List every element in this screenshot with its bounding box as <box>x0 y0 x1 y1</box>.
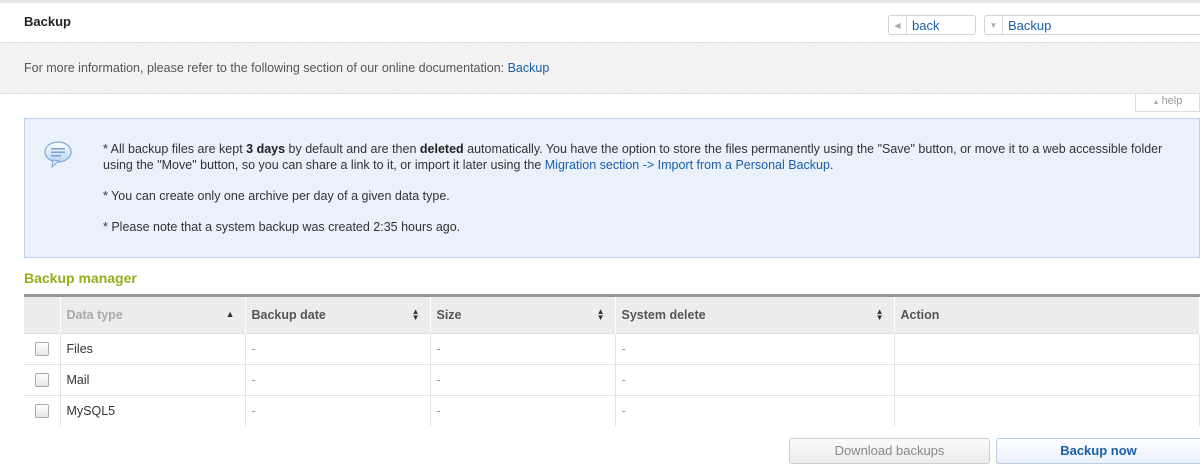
column-header-data-type[interactable]: Data type ▲ <box>60 297 246 333</box>
cell-data-type: Files <box>60 332 246 364</box>
row-checkbox-cell <box>24 363 61 395</box>
info-deleted-word: deleted <box>419 142 464 156</box>
table-row: Files - - - <box>24 332 1200 364</box>
cell-system-delete: - <box>615 363 895 395</box>
documentation-label: For more information, please refer to th… <box>24 61 508 75</box>
cell-size: - <box>430 363 616 395</box>
documentation-bar: For more information, please refer to th… <box>0 42 1200 94</box>
info-retention-days: 3 days <box>246 142 286 156</box>
header-checkbox-cell <box>24 297 61 333</box>
cell-backup-date: - <box>245 363 431 395</box>
cell-data-type: Mail <box>60 363 246 395</box>
documentation-text: For more information, please refer to th… <box>24 61 549 75</box>
row-checkbox[interactable] <box>35 341 49 356</box>
info-box: * All backup files are kept 3 days by de… <box>24 118 1200 258</box>
sort-icon: ▲ ▼ <box>411 307 420 322</box>
back-link[interactable]: back <box>912 18 939 33</box>
column-header-action: Action <box>894 297 1200 333</box>
cell-action <box>894 332 1200 364</box>
cell-action <box>894 394 1200 426</box>
info-line-retention: * All backup files are kept 3 days by de… <box>103 141 1193 173</box>
info-text-part: * All backup files are kept <box>103 142 247 156</box>
backup-table: Data type ▲ Backup date ▲ ▼ Size ▲ ▼ System d… <box>24 294 1200 426</box>
cell-size: - <box>430 394 616 426</box>
help-button[interactable]: ▲ help <box>1135 94 1200 112</box>
table-row: MySQL5 - - - <box>24 394 1200 426</box>
cell-size: - <box>430 332 616 364</box>
triangle-up-icon: ▲ <box>1152 99 1160 106</box>
download-backups-button[interactable]: Download backups <box>789 438 990 464</box>
info-text-part: . <box>829 158 834 172</box>
chevron-left-icon: ◀ <box>889 16 907 34</box>
speech-bubble-icon <box>44 141 72 169</box>
page-header: Backup ◀ back ▼ Backup <box>0 0 1200 42</box>
column-header-size[interactable]: Size ▲ ▼ <box>430 297 616 333</box>
info-text: * All backup files are kept 3 days by de… <box>103 141 1193 250</box>
table-row: Mail - - - <box>24 363 1200 395</box>
cell-data-type: MySQL5 <box>60 394 246 426</box>
cell-system-delete: - <box>615 332 895 364</box>
cell-system-delete: - <box>615 394 895 426</box>
column-header-system-delete[interactable]: System delete ▲ ▼ <box>615 297 895 333</box>
row-checkbox-cell <box>24 394 61 426</box>
column-label: Backup date <box>251 307 326 322</box>
back-button[interactable]: ◀ back <box>888 15 976 35</box>
sort-ascending-icon: ▲ <box>225 309 235 319</box>
sort-icon: ▲ ▼ <box>596 307 605 322</box>
cell-backup-date: - <box>245 332 431 364</box>
info-line-archive-limit: * You can create only one archive per da… <box>103 189 450 203</box>
cell-backup-date: - <box>245 394 431 426</box>
backup-now-button[interactable]: Backup now <box>996 438 1200 464</box>
breadcrumb-link[interactable]: Backup <box>1008 18 1051 33</box>
info-line-system-backup: * Please note that a system backup was c… <box>103 220 461 234</box>
cell-action <box>894 363 1200 395</box>
sort-icon: ▲ ▼ <box>875 307 884 322</box>
documentation-link[interactable]: Backup <box>508 61 550 75</box>
info-text-part: by default and are then <box>285 142 420 156</box>
column-header-backup-date[interactable]: Backup date ▲ ▼ <box>245 297 431 333</box>
row-checkbox-cell <box>24 332 61 364</box>
page-title: Backup <box>24 14 71 29</box>
column-label: Size <box>436 307 462 322</box>
section-title: Backup manager <box>24 270 137 286</box>
table-header-row: Data type ▲ Backup date ▲ ▼ Size ▲ ▼ System d… <box>24 297 1200 333</box>
row-checkbox[interactable] <box>35 404 49 419</box>
help-label: help <box>1161 95 1183 107</box>
breadcrumb-dropdown[interactable]: ▼ Backup <box>984 15 1200 35</box>
migration-link[interactable]: Migration section -> Import from a Perso… <box>545 158 830 172</box>
column-label: Action <box>900 307 940 322</box>
column-label: Data type <box>66 307 123 322</box>
chevron-down-icon: ▼ <box>985 16 1003 34</box>
column-label: System delete <box>621 307 706 322</box>
row-checkbox[interactable] <box>35 372 49 387</box>
